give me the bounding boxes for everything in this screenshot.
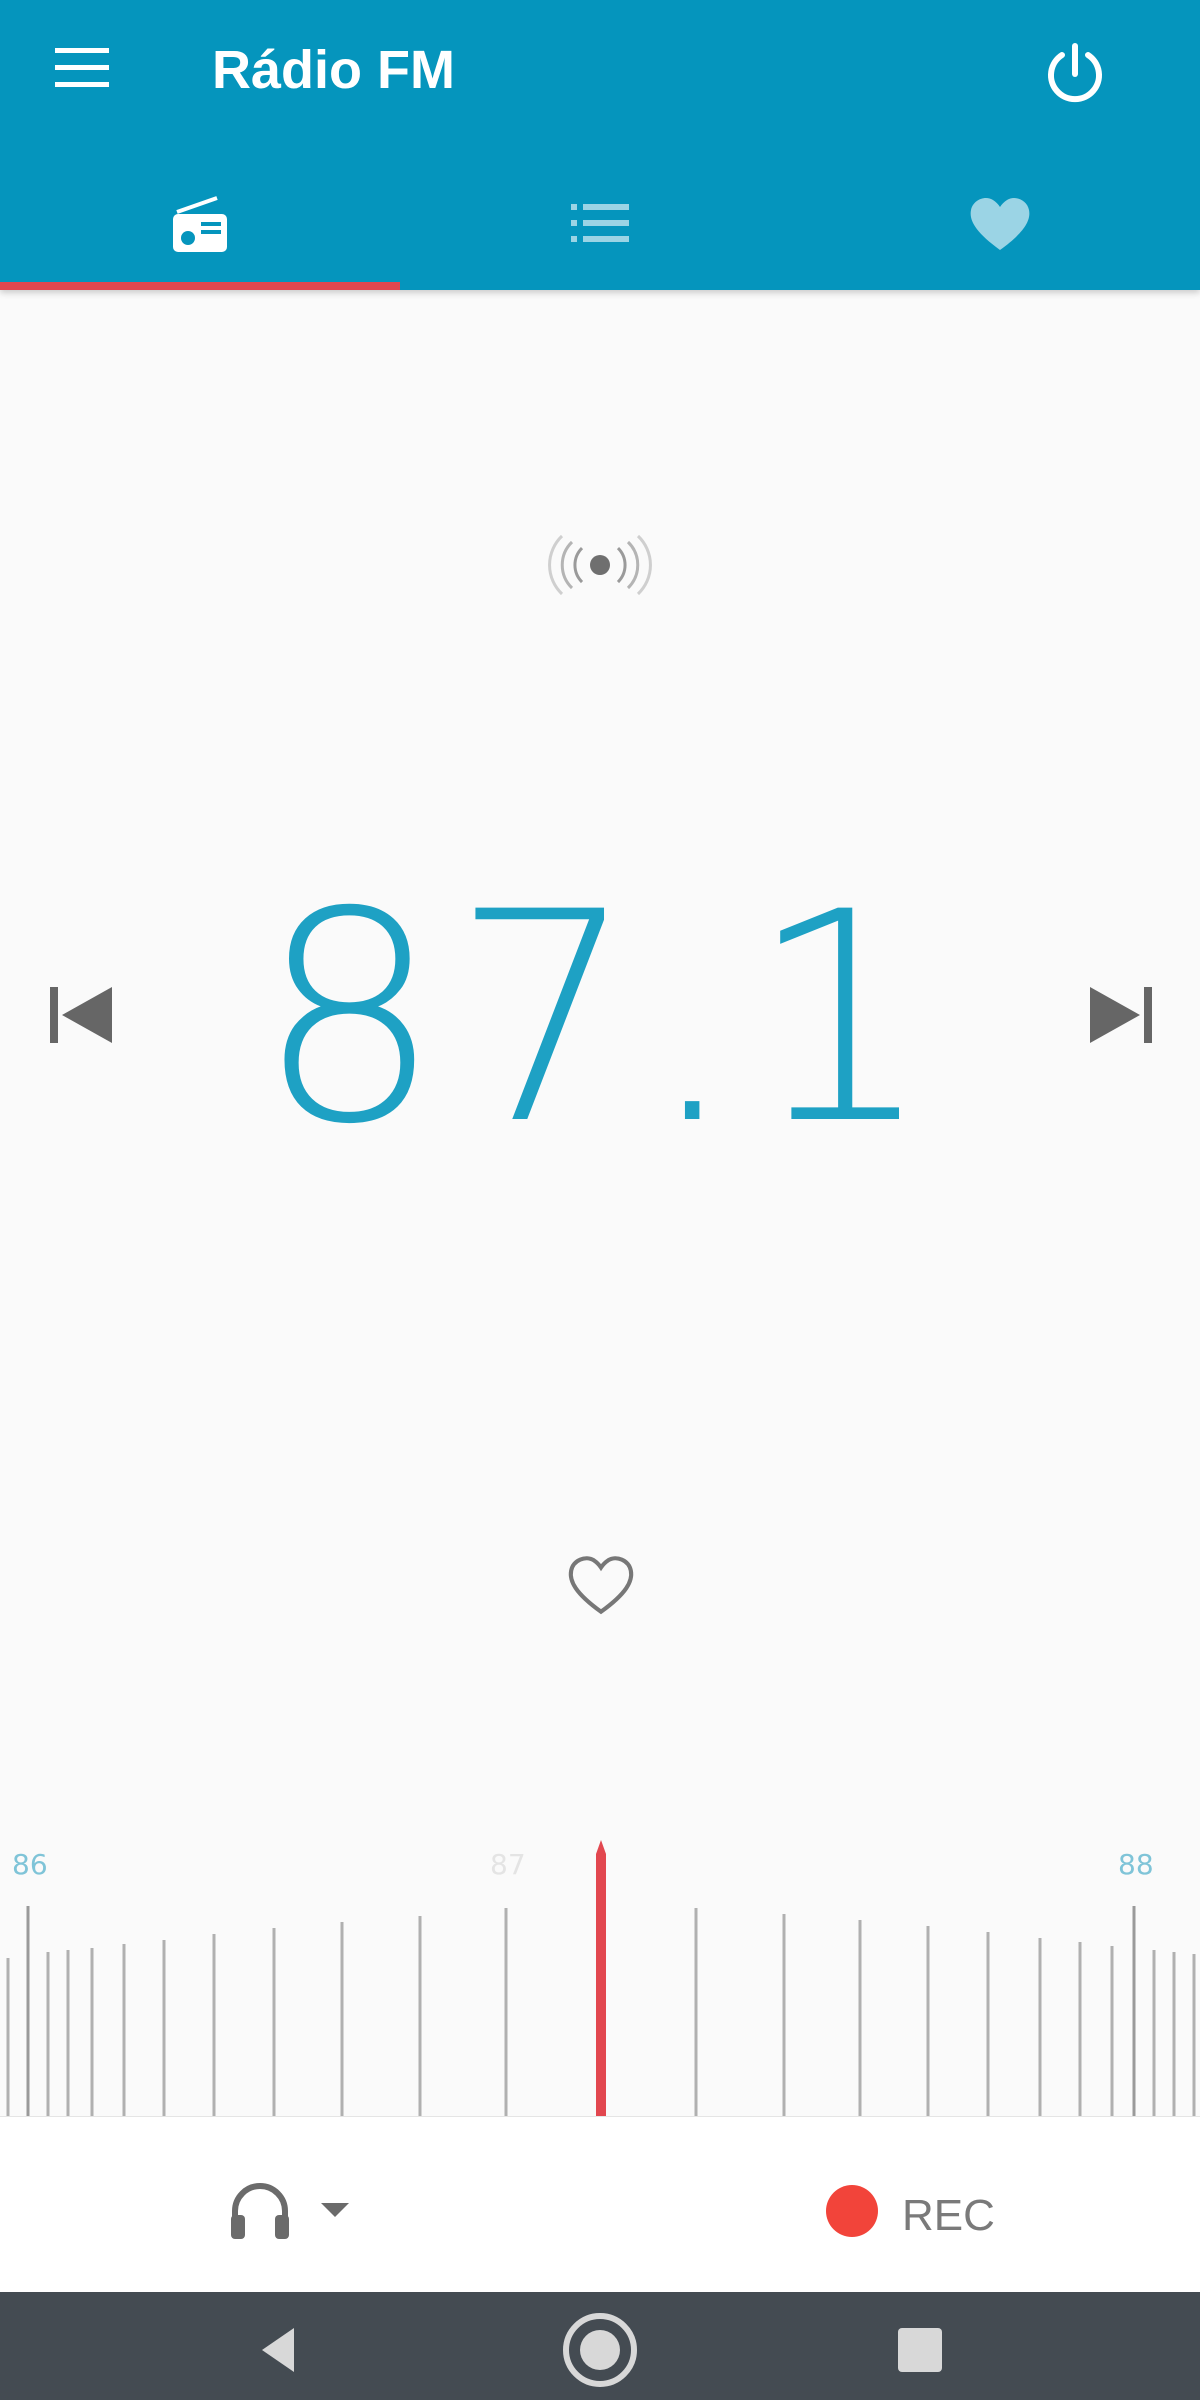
power-button[interactable]: [1030, 28, 1120, 118]
tab-station-list[interactable]: [400, 160, 800, 290]
home-icon: [563, 2313, 637, 2387]
frequency-display: 87.1: [257, 851, 943, 1188]
system-nav-bar: [0, 2292, 1200, 2400]
app-bar: Rádio FM: [0, 0, 1200, 290]
nav-home-button[interactable]: [550, 2306, 650, 2396]
recents-icon: [898, 2328, 942, 2372]
tab-favorites[interactable]: [800, 160, 1200, 290]
tab-radio[interactable]: [0, 160, 400, 290]
control-bar: REC: [0, 2116, 1200, 2293]
record-label: REC: [902, 2191, 995, 2240]
record-button[interactable]: REC: [820, 2175, 1010, 2255]
power-icon: [1048, 43, 1102, 103]
next-station-button[interactable]: [1082, 975, 1162, 1055]
previous-station-button[interactable]: [40, 975, 120, 1055]
tab-indicator: [0, 282, 400, 290]
add-favorite-button[interactable]: [565, 1550, 637, 1622]
heart-icon: [970, 198, 1030, 250]
broadcast-signal-icon: [548, 534, 652, 596]
audio-output-button[interactable]: [225, 2167, 365, 2257]
skip-next-icon: [1090, 987, 1152, 1043]
headphones-icon: [231, 2183, 289, 2239]
skip-previous-icon: [50, 987, 112, 1043]
chevron-down-icon: [321, 2203, 349, 2217]
tuning-needle[interactable]: [596, 1840, 606, 2116]
back-icon: [262, 2328, 294, 2372]
record-icon: [826, 2185, 878, 2237]
heart-outline-icon: [568, 1556, 634, 1615]
menu-button[interactable]: [38, 28, 128, 108]
app-title: Rádio FM: [212, 40, 455, 100]
radio-icon: [173, 196, 227, 252]
tuning-scale[interactable]: [0, 1830, 1200, 2116]
nav-back-button[interactable]: [230, 2306, 330, 2396]
list-icon: [571, 204, 629, 242]
hamburger-menu-icon: [55, 48, 109, 87]
nav-recents-button[interactable]: [870, 2306, 970, 2396]
